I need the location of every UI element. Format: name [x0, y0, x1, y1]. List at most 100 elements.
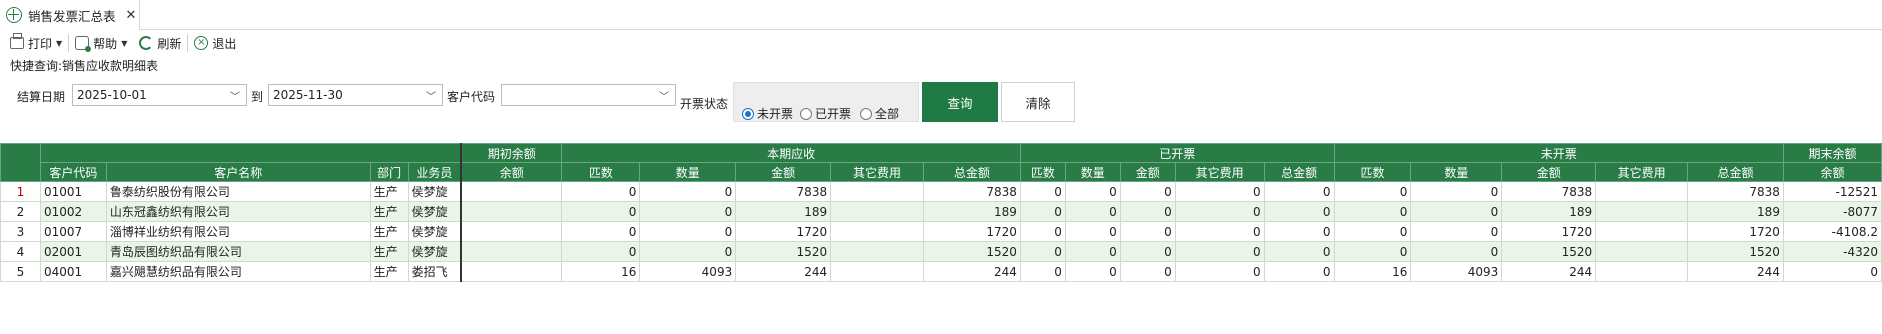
cell-c-total[interactable]: 1520 [923, 241, 1021, 262]
cell-c-other[interactable] [830, 221, 924, 242]
chevron-down-icon[interactable]: ▼ [56, 39, 62, 48]
cell-code[interactable]: 01007 [39, 221, 107, 242]
cell-u-total[interactable]: 189 [1687, 201, 1784, 222]
cell-name[interactable]: 青岛辰图纺织品有限公司 [105, 241, 371, 262]
close-icon[interactable]: ✕ [126, 8, 137, 23]
cell-i-amount[interactable]: 0 [1119, 261, 1176, 282]
cell-c-qty[interactable]: 0 [639, 181, 737, 202]
date-from-picker[interactable]: 2025-10-01 ﹀ [72, 84, 247, 106]
cell-c-pieces[interactable]: 0 [561, 181, 641, 202]
cell-code[interactable]: 04001 [39, 261, 107, 282]
cell-i-total[interactable]: 0 [1263, 261, 1335, 282]
cell-closing[interactable]: -4320 [1782, 241, 1882, 262]
cell-sales[interactable]: 侯梦旋 [407, 181, 462, 202]
cell-code[interactable]: 01001 [39, 181, 107, 202]
col-uninvoiced-total[interactable]: 总金额 [1687, 162, 1784, 182]
cell-i-amount[interactable]: 0 [1119, 241, 1176, 262]
cell-c-amount[interactable]: 244 [735, 261, 832, 282]
cell-i-other[interactable]: 0 [1174, 221, 1265, 242]
table-row[interactable]: 2 01002 山东冠鑫纺织有限公司 生产 侯梦旋 0 0 189 189 0 … [0, 201, 1882, 222]
cell-c-pieces[interactable]: 0 [561, 241, 641, 262]
cell-i-amount[interactable]: 0 [1119, 181, 1176, 202]
cell-c-other[interactable] [830, 261, 924, 282]
col-invoiced-other[interactable]: 其它费用 [1174, 162, 1265, 182]
cell-i-qty[interactable]: 0 [1064, 241, 1121, 262]
cell-i-total[interactable]: 0 [1263, 241, 1335, 262]
radio-uninvoiced[interactable]: 未开票 [742, 105, 793, 122]
cell-i-amount[interactable]: 0 [1119, 221, 1176, 242]
col-opening-balance[interactable]: 余额 [460, 162, 563, 182]
cell-i-other[interactable]: 0 [1174, 261, 1265, 282]
cell-i-total[interactable]: 0 [1263, 201, 1335, 222]
customer-code-combo[interactable]: ﹀ [501, 84, 676, 106]
cell-i-pieces[interactable]: 0 [1019, 201, 1066, 222]
cell-c-pieces[interactable]: 0 [561, 221, 641, 242]
cell-c-total[interactable]: 1720 [923, 221, 1021, 242]
col-customer-name[interactable]: 客户名称 [105, 162, 371, 182]
col-current-qty[interactable]: 数量 [639, 162, 737, 182]
cell-u-total[interactable]: 244 [1687, 261, 1784, 282]
cell-u-total[interactable]: 7838 [1687, 181, 1784, 202]
cell-i-pieces[interactable]: 0 [1019, 221, 1066, 242]
cell-i-total[interactable]: 0 [1263, 221, 1335, 242]
cell-sales[interactable]: 娄招飞 [407, 261, 462, 282]
cell-u-qty[interactable]: 4093 [1410, 261, 1503, 282]
cell-closing[interactable]: -4108.2 [1782, 221, 1882, 242]
cell-i-qty[interactable]: 0 [1064, 221, 1121, 242]
tab-sales-invoice-summary[interactable]: 销售发票汇总表 ✕ [0, 0, 140, 30]
cell-name[interactable]: 鲁泰纺织股份有限公司 [105, 181, 371, 202]
cell-c-amount[interactable]: 1520 [735, 241, 832, 262]
cell-sales[interactable]: 侯梦旋 [407, 241, 462, 262]
cell-opening[interactable] [460, 181, 563, 202]
cell-u-amount[interactable]: 1720 [1501, 221, 1597, 242]
col-invoiced-pieces[interactable]: 匹数 [1019, 162, 1066, 182]
cell-u-total[interactable]: 1720 [1687, 221, 1784, 242]
col-uninvoiced-other[interactable]: 其它费用 [1595, 162, 1689, 182]
cell-opening[interactable] [460, 221, 563, 242]
col-current-pieces[interactable]: 匹数 [561, 162, 641, 182]
cell-i-qty[interactable]: 0 [1064, 181, 1121, 202]
cell-c-pieces[interactable]: 16 [561, 261, 641, 282]
query-button[interactable]: 查询 [922, 82, 998, 122]
cell-i-pieces[interactable]: 0 [1019, 261, 1066, 282]
cell-closing[interactable]: -8077 [1782, 201, 1882, 222]
refresh-button[interactable]: 刷新 [133, 32, 187, 54]
cell-c-qty[interactable]: 4093 [639, 261, 737, 282]
cell-opening[interactable] [460, 261, 563, 282]
cell-c-total[interactable]: 189 [923, 201, 1021, 222]
col-invoiced-qty[interactable]: 数量 [1064, 162, 1121, 182]
cell-sales[interactable]: 侯梦旋 [407, 221, 462, 242]
cell-c-total[interactable]: 7838 [923, 181, 1021, 202]
chevron-down-icon[interactable]: ▼ [121, 39, 127, 48]
table-row[interactable]: 4 02001 青岛辰图纺织品有限公司 生产 侯梦旋 0 0 1520 1520… [0, 241, 1882, 262]
cell-opening[interactable] [460, 201, 563, 222]
cell-c-total[interactable]: 244 [923, 261, 1021, 282]
cell-i-other[interactable]: 0 [1174, 241, 1265, 262]
cell-closing[interactable]: 0 [1782, 261, 1882, 282]
cell-closing[interactable]: -12521 [1782, 181, 1882, 202]
cell-i-other[interactable]: 0 [1174, 181, 1265, 202]
col-dept[interactable]: 部门 [369, 162, 409, 182]
cell-u-other[interactable] [1595, 181, 1689, 202]
col-customer-code[interactable]: 客户代码 [39, 162, 107, 182]
radio-all[interactable]: 全部 [860, 105, 899, 122]
cell-u-pieces[interactable]: 16 [1333, 261, 1412, 282]
cell-i-pieces[interactable]: 0 [1019, 181, 1066, 202]
cell-u-other[interactable] [1595, 241, 1689, 262]
chevron-down-icon[interactable]: ﹀ [426, 88, 436, 103]
cell-name[interactable]: 嘉兴飓慧纺织品有限公司 [105, 261, 371, 282]
cell-c-other[interactable] [830, 181, 924, 202]
table-row[interactable]: 5 04001 嘉兴飓慧纺织品有限公司 生产 娄招飞 16 4093 244 2… [0, 261, 1882, 282]
cell-c-amount[interactable]: 1720 [735, 221, 832, 242]
radio-invoiced[interactable]: 已开票 [800, 105, 851, 122]
cell-u-other[interactable] [1595, 221, 1689, 242]
cell-c-other[interactable] [830, 201, 924, 222]
col-invoiced-total[interactable]: 总金额 [1263, 162, 1335, 182]
cell-u-other[interactable] [1595, 201, 1689, 222]
cell-u-qty[interactable]: 0 [1410, 241, 1503, 262]
cell-name[interactable]: 山东冠鑫纺织有限公司 [105, 201, 371, 222]
cell-c-qty[interactable]: 0 [639, 221, 737, 242]
cell-u-qty[interactable]: 0 [1410, 221, 1503, 242]
cell-u-pieces[interactable]: 0 [1333, 181, 1412, 202]
cell-u-amount[interactable]: 244 [1501, 261, 1597, 282]
